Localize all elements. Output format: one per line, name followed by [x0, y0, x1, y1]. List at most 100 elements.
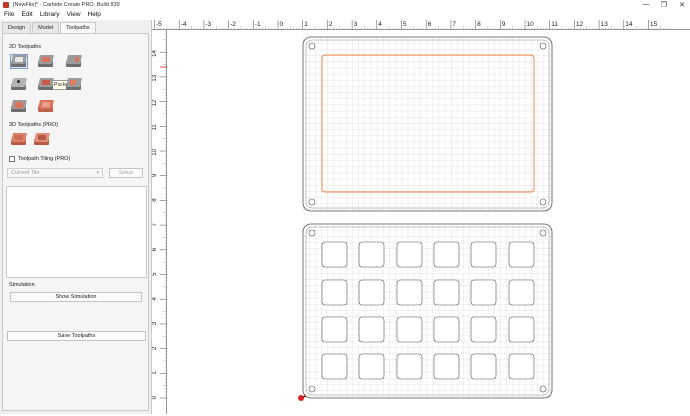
- ruler-x-label: 12: [576, 21, 584, 28]
- ruler-x-label: 15: [650, 21, 658, 28]
- mounting-hole[interactable]: [308, 385, 316, 393]
- top-panel-outline[interactable]: [302, 36, 553, 212]
- menu-view[interactable]: View: [67, 11, 81, 18]
- 3d-finish-toolpath-icon[interactable]: [34, 133, 52, 148]
- ruler-y-label: 13: [152, 74, 158, 81]
- design-canvas-svg[interactable]: [167, 31, 690, 414]
- ruler-x-label: 3: [354, 21, 358, 28]
- key-pocket[interactable]: [508, 241, 535, 268]
- key-pocket[interactable]: [470, 316, 497, 343]
- tab-toolpaths[interactable]: Toolpaths: [60, 22, 96, 33]
- ruler-x-label: 11: [551, 21, 558, 28]
- save-toolpaths-button[interactable]: Save Toolpaths: [7, 331, 146, 341]
- ruler-x-label: 7: [452, 21, 456, 28]
- ruler-y-label: 8: [152, 198, 158, 202]
- menu-edit[interactable]: Edit: [21, 11, 32, 18]
- window-title: [NewFile]* - Carbide Create PRO, Build 8…: [13, 1, 120, 8]
- vertical-ruler-ticks: 14131211109876543210: [152, 30, 167, 399]
- mounting-hole[interactable]: [308, 42, 316, 50]
- ruler-y-label: 4: [152, 297, 158, 301]
- 3d-rough-toolpath-icon[interactable]: [11, 133, 29, 148]
- contour-toolpath-icon[interactable]: [10, 54, 28, 69]
- key-pocket[interactable]: [396, 353, 423, 380]
- key-pocket[interactable]: [470, 353, 497, 380]
- key-pocket[interactable]: [470, 279, 497, 306]
- advanced-vcarve-toolpath-icon[interactable]: [66, 78, 82, 91]
- section-3d-toolpaths: 3D Toolpaths (PRO): [9, 122, 59, 128]
- key-pocket[interactable]: [508, 316, 535, 343]
- ruler-y-label: 7: [152, 222, 158, 226]
- ruler-x-label: 0: [280, 21, 284, 28]
- close-button[interactable]: ✕: [674, 0, 690, 9]
- ruler-y-label: 10: [152, 148, 158, 155]
- ruler-x-label: -5: [156, 21, 162, 28]
- mounting-hole[interactable]: [539, 198, 547, 206]
- ruler-x-label: 6: [428, 21, 432, 28]
- mounting-hole[interactable]: [539, 42, 547, 50]
- rough-toolpath-icon[interactable]: [11, 100, 27, 113]
- key-pocket[interactable]: [433, 316, 460, 343]
- toolpaths-pane: 2D Toolpaths Pocket 3D Toolpaths (PRO) T…: [2, 33, 149, 411]
- menu-bar: File Edit Library View Help: [0, 9, 690, 19]
- key-pocket[interactable]: [508, 279, 535, 306]
- app-icon: [3, 1, 9, 8]
- key-pocket[interactable]: [433, 353, 460, 380]
- key-pocket[interactable]: [358, 241, 385, 268]
- mounting-hole[interactable]: [308, 229, 316, 237]
- tab-bar: Design Model Toolpaths: [2, 22, 97, 33]
- key-pocket[interactable]: [358, 279, 385, 306]
- tab-design[interactable]: Design: [2, 22, 32, 33]
- chamfer-toolpath-icon[interactable]: [38, 100, 54, 113]
- top-panel-outline-offset: [305, 39, 550, 209]
- ruler-x-label: -4: [181, 21, 187, 28]
- key-pocket[interactable]: [396, 316, 423, 343]
- setup-button[interactable]: Setup: [109, 168, 143, 178]
- ruler-x-label: 9: [502, 21, 506, 28]
- key-pocket[interactable]: [358, 316, 385, 343]
- show-simulation-button[interactable]: Show Simulation: [10, 292, 142, 302]
- horizontal-ruler-ticks: -5 -4 -3 -2 -1 0 1 2 3 4 5 6 7 8 9 10 11 12 13 14 15: [154, 20, 671, 30]
- current-tile-select[interactable]: Current Tile ▾: [7, 168, 103, 178]
- mounting-hole[interactable]: [308, 198, 316, 206]
- tab-model[interactable]: Model: [32, 22, 60, 33]
- ruler-x-label: 5: [403, 21, 407, 28]
- key-pocket[interactable]: [433, 241, 460, 268]
- menu-file[interactable]: File: [4, 11, 14, 18]
- mounting-hole[interactable]: [539, 385, 547, 393]
- ruler-y-label: 12: [152, 99, 158, 106]
- key-pocket[interactable]: [396, 241, 423, 268]
- ruler-y-label: 0: [152, 395, 158, 399]
- ruler-x-label: 14: [625, 21, 633, 28]
- texture-toolpath-icon[interactable]: [38, 78, 54, 91]
- chevron-down-icon: ▾: [96, 170, 99, 176]
- design-canvas[interactable]: [167, 31, 690, 414]
- key-pocket[interactable]: [321, 353, 348, 380]
- ruler-x-label: -3: [205, 21, 211, 28]
- key-pocket[interactable]: [433, 279, 460, 306]
- toolpath-list[interactable]: [6, 186, 147, 278]
- ruler-y-label: 11: [152, 124, 158, 131]
- ruler-x-label: 10: [527, 21, 535, 28]
- mounting-hole[interactable]: [539, 229, 547, 237]
- drill-toolpath-icon[interactable]: [66, 55, 82, 68]
- ruler-x-label: 8: [477, 21, 481, 28]
- menu-library[interactable]: Library: [40, 11, 60, 18]
- minimize-button[interactable]: —: [638, 0, 654, 9]
- key-pocket[interactable]: [508, 353, 535, 380]
- pocket-toolpath-icon[interactable]: [38, 55, 54, 68]
- key-pocket[interactable]: [321, 316, 348, 343]
- tiling-checkbox[interactable]: [9, 156, 15, 162]
- key-pocket[interactable]: [396, 279, 423, 306]
- tiling-label: Toolpath Tiling (PRO): [18, 156, 71, 162]
- key-pocket[interactable]: [321, 279, 348, 306]
- key-pocket[interactable]: [321, 241, 348, 268]
- maximize-button[interactable]: ❐: [656, 0, 672, 9]
- ruler-x-label: 13: [601, 21, 609, 28]
- key-pocket[interactable]: [470, 241, 497, 268]
- ruler-y-label: 9: [152, 173, 158, 177]
- horizontal-ruler: -5 -4 -3 -2 -1 0 1 2 3 4 5 6 7 8 9 10 11 12 13 14 15: [152, 20, 690, 30]
- ruler-y-label: 2: [152, 346, 158, 350]
- menu-help[interactable]: Help: [88, 11, 101, 18]
- key-pocket[interactable]: [358, 353, 385, 380]
- vcarve-toolpath-icon[interactable]: [11, 78, 27, 91]
